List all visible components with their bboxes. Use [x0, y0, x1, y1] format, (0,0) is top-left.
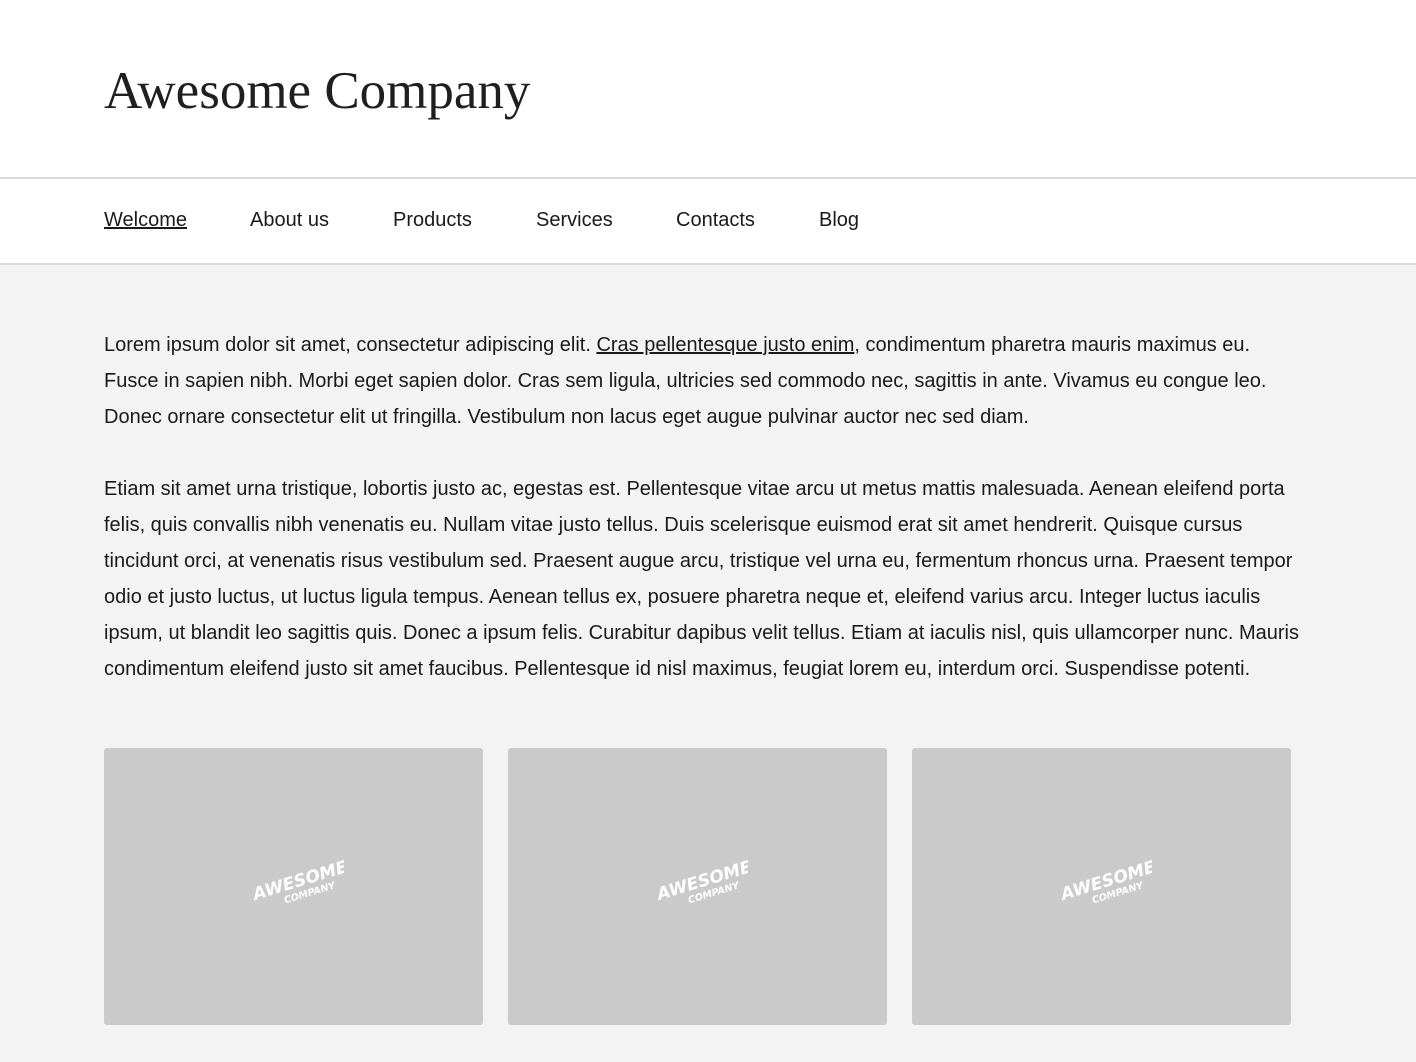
- gallery-image-placeholder[interactable]: AWESOME COMPANY: [508, 748, 887, 1025]
- intro-paragraph: Lorem ipsum dolor sit amet, consectetur …: [104, 327, 1304, 435]
- nav-item-contacts[interactable]: Contacts: [676, 208, 755, 232]
- inline-link[interactable]: Cras pellentesque justo enim: [596, 334, 854, 356]
- main-nav: Welcome About us Products Services Conta…: [0, 179, 1416, 265]
- nav-item-about-us[interactable]: About us: [250, 208, 329, 232]
- gallery-image-placeholder[interactable]: AWESOME COMPANY: [104, 748, 483, 1025]
- site-header: Awesome Company: [0, 0, 1416, 179]
- nav-item-welcome[interactable]: Welcome: [104, 208, 187, 232]
- site-title: Awesome Company: [104, 62, 531, 120]
- company-logo-watermark: AWESOME COMPANY: [653, 857, 748, 906]
- gallery-image-placeholder[interactable]: AWESOME COMPANY: [912, 748, 1291, 1025]
- image-gallery: AWESOME COMPANY AWESOME COMPANY AWESOME …: [104, 748, 1291, 1025]
- nav-item-products[interactable]: Products: [393, 208, 472, 232]
- nav-item-blog[interactable]: Blog: [819, 208, 859, 232]
- company-logo-watermark: AWESOME COMPANY: [1057, 857, 1152, 906]
- paragraph-text: Lorem ipsum dolor sit amet, consectetur …: [104, 334, 597, 356]
- company-logo-watermark: AWESOME COMPANY: [249, 857, 344, 906]
- body-paragraph: Etiam sit amet urna tristique, lobortis …: [104, 478, 1299, 680]
- nav-item-services[interactable]: Services: [536, 208, 613, 232]
- main-content: Lorem ipsum dolor sit amet, consectetur …: [104, 327, 1304, 687]
